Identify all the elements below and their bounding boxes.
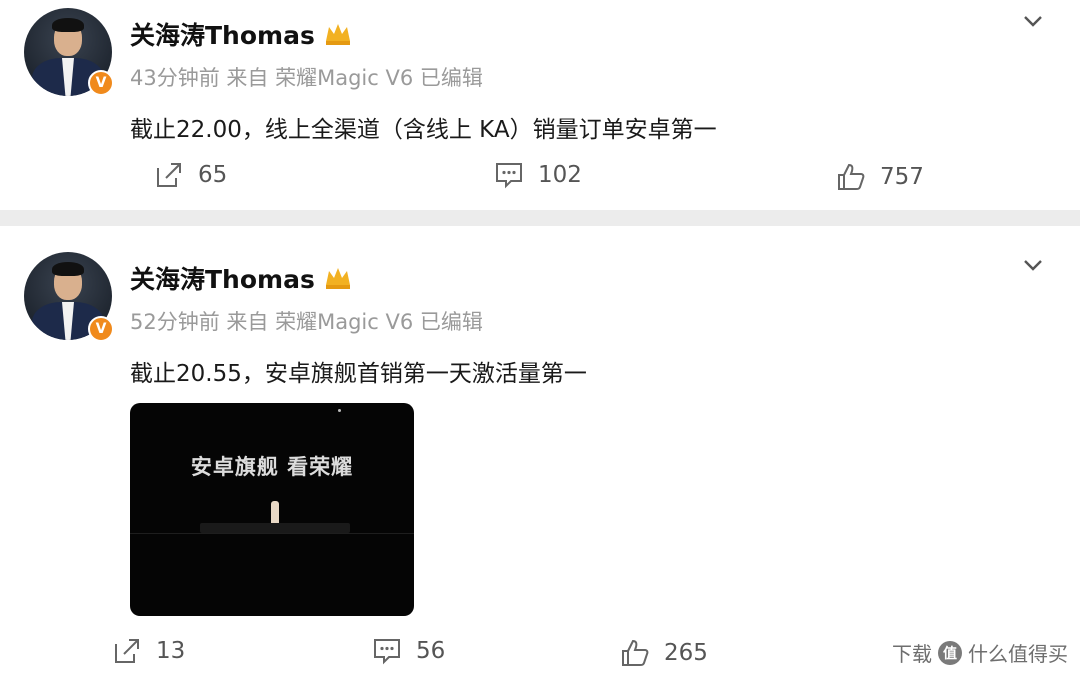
watermark-brand: 什么值得买 <box>968 642 1068 666</box>
post-time[interactable]: 52分钟前 <box>130 310 220 334</box>
post-separator <box>0 210 1080 226</box>
author-name[interactable]: 关海涛Thomas <box>130 16 353 52</box>
like-button[interactable]: 265 <box>620 638 708 668</box>
post-text: 截止22.00，线上全渠道（含线上 KA）销量订单安卓第一 <box>130 117 717 143</box>
chevron-down-icon[interactable] <box>1022 10 1044 32</box>
thumbs-up-icon <box>838 163 865 190</box>
watermark-prefix: 下载 <box>892 642 932 666</box>
author-name-text[interactable]: 关海涛Thomas <box>130 260 315 296</box>
stage-shape <box>200 523 350 533</box>
repost-count: 13 <box>156 638 186 664</box>
thumbs-up-icon <box>622 639 649 666</box>
repost-count: 65 <box>198 162 228 188</box>
watermark: 下载 值 什么值得买 <box>892 638 1068 667</box>
like-count: 265 <box>664 640 708 666</box>
comment-icon <box>496 163 522 189</box>
watermark-badge-icon: 值 <box>938 640 962 665</box>
post-meta: 43分钟前 来自 荣耀Magic V6 已编辑 <box>130 62 483 92</box>
repost-icon <box>115 639 139 663</box>
post-source: 来自 荣耀Magic V6 <box>226 310 414 334</box>
light-glint <box>338 409 341 412</box>
presenter-figure <box>271 501 279 525</box>
post-source: 来自 荣耀Magic V6 <box>226 66 414 90</box>
video-thumbnail[interactable]: 安卓旗舰 看荣耀 <box>130 403 414 616</box>
author-name-text[interactable]: 关海涛Thomas <box>130 16 315 52</box>
post-edited-label[interactable]: 已编辑 <box>420 310 483 334</box>
post-time[interactable]: 43分钟前 <box>130 66 220 90</box>
verified-badge-icon: V <box>88 70 114 96</box>
crown-icon <box>323 265 353 291</box>
like-count: 757 <box>880 164 924 190</box>
post-edited-label[interactable]: 已编辑 <box>420 66 483 90</box>
weibo-post-1: V 关海涛Thomas 43分钟前 来自 荣耀Magic V6 已编辑 截止22… <box>0 0 1080 210</box>
repost-icon <box>157 163 181 187</box>
comment-icon <box>374 639 400 665</box>
stage-floor-line <box>130 533 414 534</box>
repost-button[interactable]: 65 <box>154 160 227 190</box>
post-text: 截止20.55，安卓旗舰首销第一天激活量第一 <box>130 361 587 387</box>
like-button[interactable]: 757 <box>836 162 924 192</box>
chevron-down-icon[interactable] <box>1022 254 1044 276</box>
comment-count: 56 <box>416 638 446 664</box>
comment-button[interactable]: 102 <box>494 160 582 190</box>
crown-icon <box>323 21 353 47</box>
post-meta: 52分钟前 来自 荣耀Magic V6 已编辑 <box>130 306 483 336</box>
author-name[interactable]: 关海涛Thomas <box>130 260 353 296</box>
comment-count: 102 <box>538 162 582 188</box>
comment-button[interactable]: 56 <box>372 636 445 666</box>
weibo-post-2: V 关海涛Thomas 52分钟前 来自 荣耀Magic V6 已编辑 截止20… <box>0 226 1080 677</box>
repost-button[interactable]: 13 <box>112 636 185 666</box>
verified-badge-icon: V <box>88 316 114 342</box>
video-caption: 安卓旗舰 看荣耀 <box>190 454 354 479</box>
